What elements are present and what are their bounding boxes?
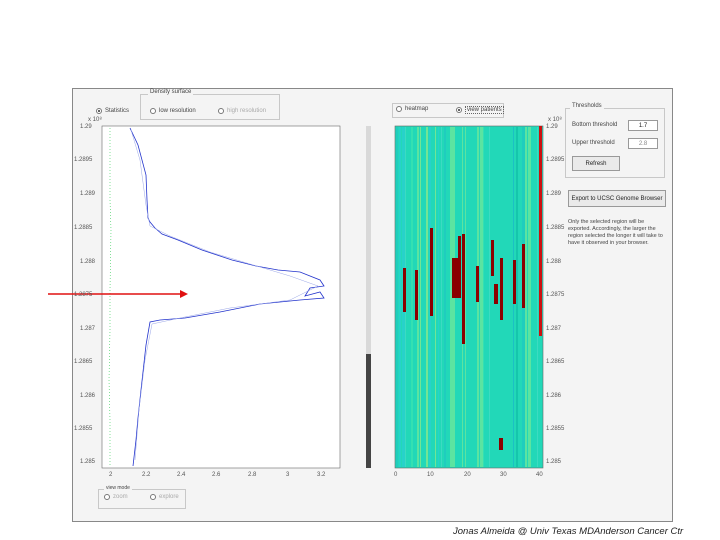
radio-zoom-icon[interactable] xyxy=(104,494,110,500)
view-mode-title: view mode xyxy=(104,485,132,491)
heatmap-stripe xyxy=(528,127,531,467)
heatmap-stripe xyxy=(441,127,442,467)
heatmap-stripe xyxy=(516,127,518,467)
heatmap-mark xyxy=(522,244,525,308)
y-tick-label-right: 1.286 xyxy=(546,393,562,399)
y-tick-label-right: 1.2895 xyxy=(546,157,565,163)
heatmap-mark xyxy=(458,236,461,298)
x-tick-label-right: 0 xyxy=(394,472,398,478)
heatmap-stripe xyxy=(399,127,401,467)
heatmap-mark xyxy=(494,284,498,304)
y-tick-label-right: 1.2855 xyxy=(546,426,565,432)
y-tick-label-right: 1.289 xyxy=(546,191,562,197)
heatmap-stripe xyxy=(489,127,490,467)
patient-heatmap[interactable] xyxy=(0,0,720,540)
y-tick-label-right: 1.2885 xyxy=(546,225,565,231)
heatmap-mark xyxy=(491,240,494,276)
heatmap-mark xyxy=(539,126,542,336)
y-tick-label-right: 1.2875 xyxy=(546,292,565,298)
heatmap-mark xyxy=(513,260,516,304)
heatmap-stripe xyxy=(480,127,483,467)
heatmap-stripe xyxy=(465,127,466,467)
heatmap-stripe xyxy=(411,127,413,467)
heatmap-mark xyxy=(415,270,418,320)
heatmap-mark xyxy=(500,258,503,320)
heatmap-mark xyxy=(430,228,433,316)
view-mode-option-zoom[interactable]: zoom xyxy=(104,494,128,500)
heatmap-stripe xyxy=(420,127,421,467)
heatmap-mark xyxy=(452,258,458,298)
heatmap-stripe xyxy=(426,127,428,467)
x-tick-label-right: 20 xyxy=(464,472,471,478)
heatmap-stripe xyxy=(396,127,398,467)
y-tick-label-right: 1.285 xyxy=(546,459,562,465)
heatmap-mark xyxy=(403,268,406,312)
heatmap-stripe xyxy=(483,127,484,467)
heatmap-stripe xyxy=(525,127,527,467)
heatmap-stripe xyxy=(435,127,436,467)
x-tick-label-right: 30 xyxy=(500,472,507,478)
x-tick-label-right: 10 xyxy=(427,472,434,478)
y-axis-exponent-right: x 10⁸ xyxy=(548,117,562,123)
heatmap-mark xyxy=(476,266,479,302)
y-tick-label-right: 1.287 xyxy=(546,326,562,332)
y-tick-label-right: 1.29 xyxy=(546,124,558,130)
view-mode-label: explore xyxy=(159,494,179,500)
heatmap-stripe xyxy=(537,127,538,467)
heatmap-mark xyxy=(462,234,465,344)
radio-explore-icon[interactable] xyxy=(150,494,156,500)
y-tick-label-right: 1.2865 xyxy=(546,359,565,365)
footer-credit: Jonas Almeida @ Univ Texas MDAnderson Ca… xyxy=(453,526,684,537)
y-tick-label-right: 1.288 xyxy=(546,259,562,265)
heatmap-stripe xyxy=(444,127,446,467)
heatmap-stripe xyxy=(438,127,439,467)
view-mode-option-explore[interactable]: explore xyxy=(150,494,179,500)
x-tick-label-right: 40 xyxy=(536,472,543,478)
heatmap-mark xyxy=(499,438,503,450)
view-mode-label: zoom xyxy=(113,494,128,500)
